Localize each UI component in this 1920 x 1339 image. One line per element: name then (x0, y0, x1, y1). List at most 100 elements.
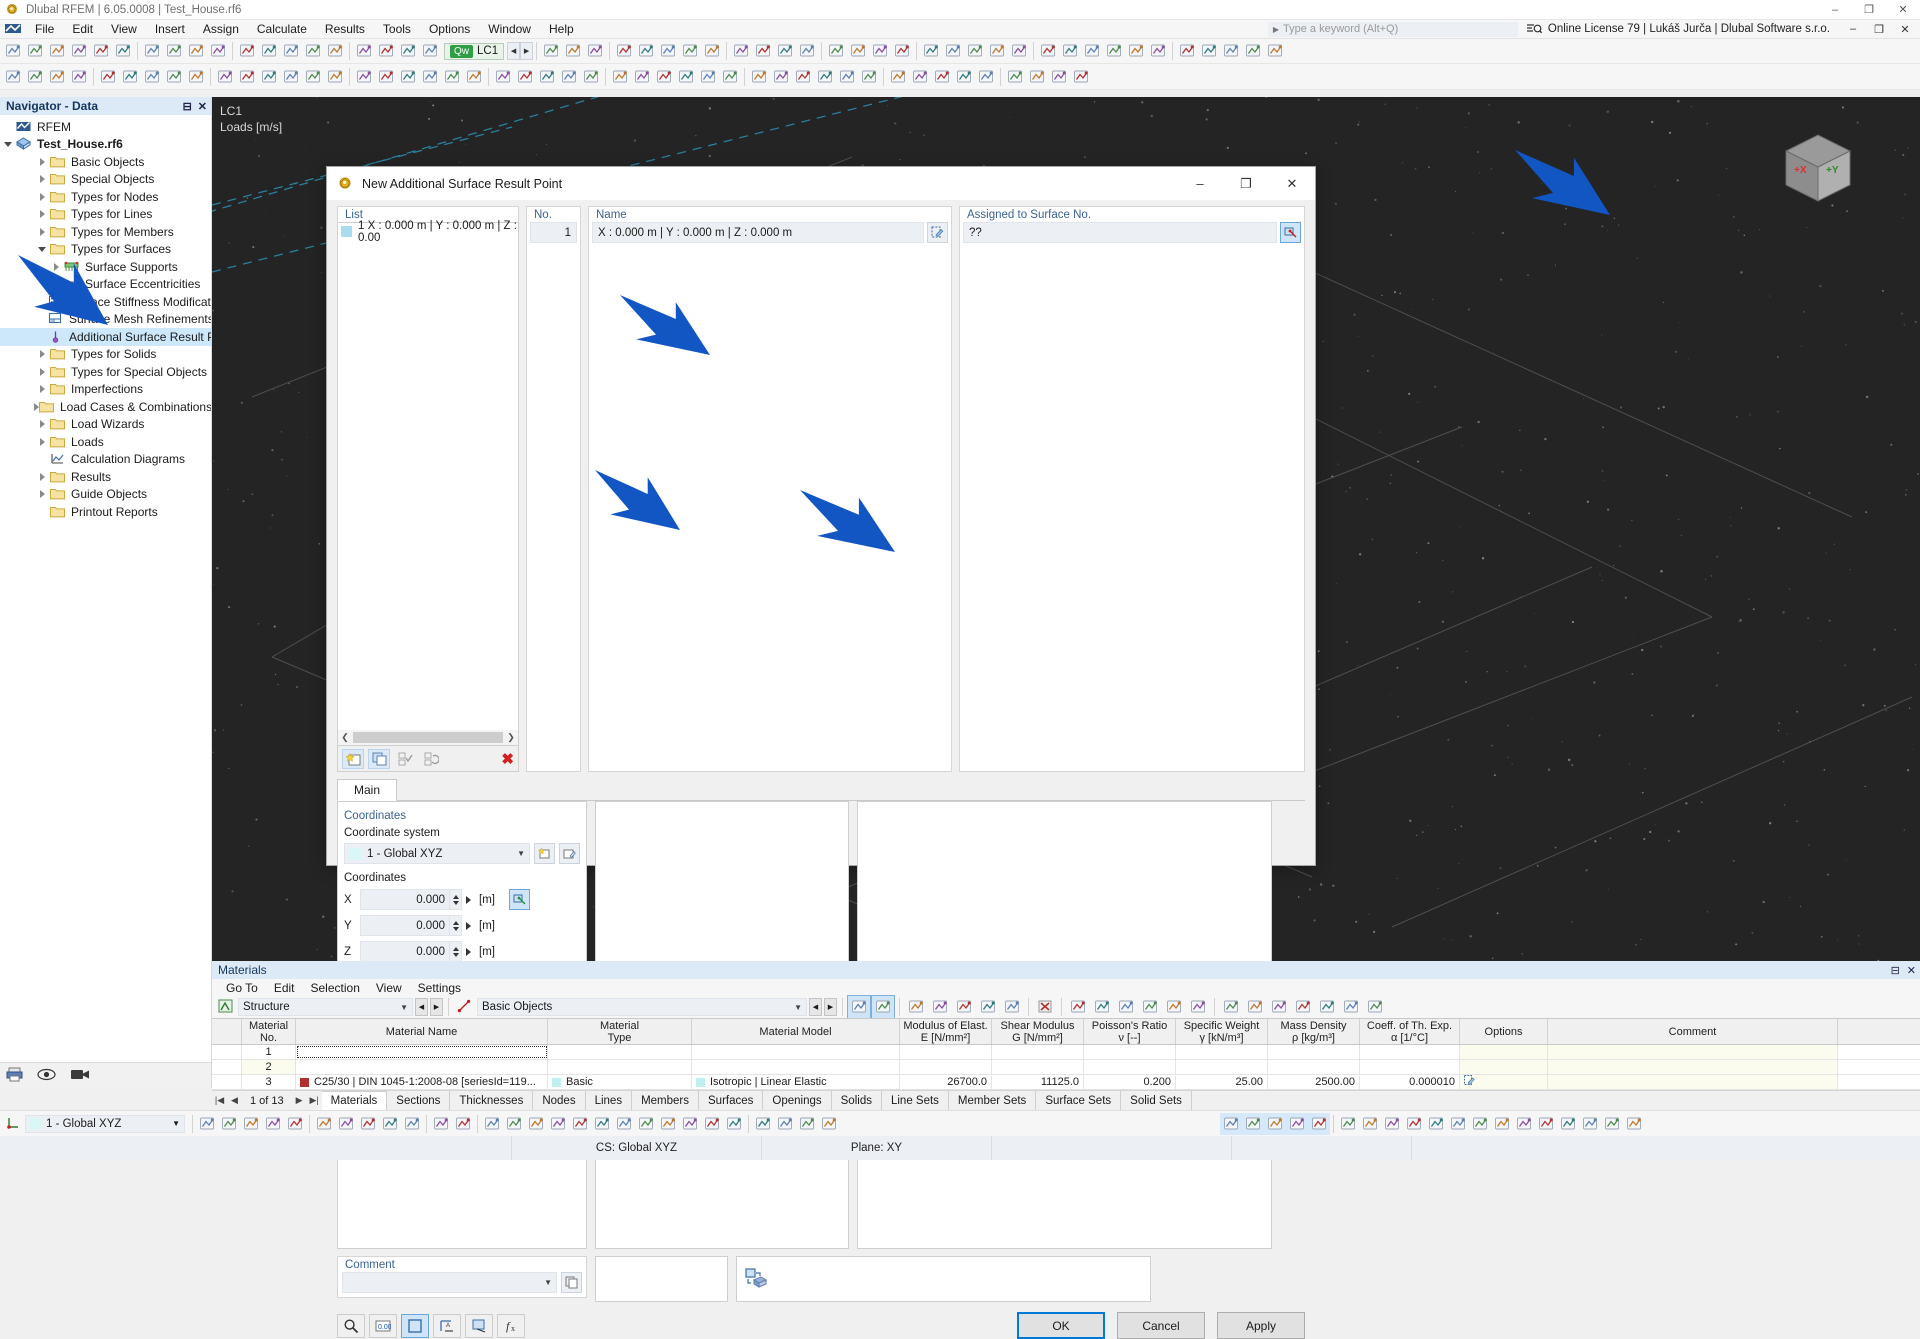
coordinate-x-stepper[interactable] (450, 889, 462, 910)
bottom-tool-b-3[interactable] (379, 1113, 401, 1135)
sidebar-item-loads[interactable]: Loads (0, 433, 211, 451)
no-input[interactable]: 1 (530, 222, 577, 243)
grid-column-header[interactable]: Modulus of Elast. E [N/mm²] (900, 1019, 992, 1044)
bottom-tool-d-7[interactable] (635, 1113, 657, 1135)
toolbar-button-17[interactable] (397, 66, 419, 88)
grid-next-page-button[interactable]: ▶ (292, 1095, 307, 1106)
name-input[interactable]: X : 0.000 m | Y : 0.000 m | Z : 0.000 m (592, 222, 924, 243)
toolbar-button-28[interactable] (653, 66, 675, 88)
pick-point-icon[interactable] (508, 889, 530, 910)
bottom-tool-d-9[interactable] (679, 1113, 701, 1135)
bottom-tool-d-11[interactable] (723, 1113, 745, 1135)
toolbar-button-3[interactable] (68, 66, 90, 88)
grid-cell[interactable] (1460, 1045, 1548, 1059)
grid-tab-surfaces[interactable]: Surfaces (699, 1090, 764, 1111)
license-search-icon[interactable] (1526, 22, 1542, 36)
sidebar-item-special-objects[interactable]: Special Objects (0, 171, 211, 189)
comment-copy-icon[interactable] (561, 1272, 582, 1293)
coordinate-z-expand-icon[interactable] (462, 941, 474, 962)
bottom-tool-e-1[interactable] (774, 1113, 796, 1135)
grid-cell[interactable]: C25/30 | DIN 1045-1:2008-08 [seriesId=11… (296, 1075, 548, 1089)
toolbar-button-32[interactable] (748, 66, 770, 88)
bottom-tool-b-1[interactable] (335, 1113, 357, 1135)
bottom-tool-a-1[interactable] (218, 1113, 240, 1135)
bottom-tool-e-2[interactable] (796, 1113, 818, 1135)
toolbar-button-10[interactable] (236, 40, 258, 62)
grid-tab-surface-sets[interactable]: Surface Sets (1036, 1090, 1122, 1111)
coordinate-y-expand-icon[interactable] (462, 915, 474, 936)
grid-column-header[interactable]: Mass Density ρ [kg/m³] (1268, 1019, 1360, 1044)
table-pin-button[interactable]: ⊟ (1891, 964, 1900, 977)
expander-icon[interactable] (34, 368, 50, 376)
table-menu-goto[interactable]: Go To (218, 981, 266, 995)
sidebar-item-surface-supports[interactable]: Surface Supports (0, 258, 211, 276)
table-tool-b-3[interactable] (1139, 996, 1161, 1018)
table-menu-edit[interactable]: Edit (266, 981, 303, 995)
toolbar-button-8[interactable] (185, 40, 207, 62)
table-menu-view[interactable]: View (368, 981, 410, 995)
cancel-button[interactable]: Cancel (1117, 1312, 1205, 1339)
chevron-down-icon[interactable]: ▼ (544, 1278, 552, 1287)
toolbar-button-34[interactable] (792, 66, 814, 88)
toolbar-button-4[interactable] (97, 66, 119, 88)
menu-file[interactable]: File (26, 20, 63, 39)
toolbar-button-28[interactable] (752, 40, 774, 62)
grid-cell[interactable] (692, 1045, 900, 1059)
toolbar-button-11[interactable] (258, 66, 280, 88)
grid-cell[interactable]: 11125.0 (992, 1075, 1084, 1089)
bottom-tool-b-0[interactable] (313, 1113, 335, 1135)
toolbar-button-40[interactable] (1037, 40, 1059, 62)
sidebar-item-types-for-nodes[interactable]: Types for Nodes (0, 188, 211, 206)
toolbar-button-29[interactable] (675, 66, 697, 88)
toolbar-button-42[interactable] (975, 66, 997, 88)
grid-cell[interactable] (1268, 1045, 1360, 1059)
grid-column-header[interactable]: Coeff. of Th. Exp. α [1/°C] (1360, 1019, 1460, 1044)
grid-cell[interactable]: 25.00 (1176, 1075, 1268, 1089)
grid-row-handle[interactable] (212, 1045, 242, 1059)
grid-cell[interactable]: 1 (242, 1045, 296, 1059)
table-tool-c-2[interactable] (1268, 996, 1290, 1018)
bottom-tool-d-5[interactable] (591, 1113, 613, 1135)
grid-tab-openings[interactable]: Openings (763, 1090, 832, 1111)
scrollbar-thumb[interactable] (353, 732, 503, 743)
toolbar-button-25[interactable] (679, 40, 701, 62)
toolbar-button-35[interactable] (920, 40, 942, 62)
grid-cell[interactable] (1548, 1060, 1838, 1074)
grid-column-header[interactable]: Specific Weight γ [kN/m³] (1176, 1019, 1268, 1044)
expander-icon[interactable] (48, 263, 64, 271)
grid-tab-member-sets[interactable]: Member Sets (949, 1090, 1037, 1111)
bottom-tool-b-2[interactable] (357, 1113, 379, 1135)
toolbar-button-1[interactable] (24, 40, 46, 62)
bottom-tool-d-6[interactable] (613, 1113, 635, 1135)
toolbar-button-8[interactable] (185, 66, 207, 88)
bottom-tool-d-0[interactable] (481, 1113, 503, 1135)
grid-cell[interactable] (900, 1045, 992, 1059)
sidebar-item-calculation-diagrams[interactable]: Calculation Diagrams (0, 451, 211, 469)
bottom-tool-snap-9[interactable] (1535, 1113, 1557, 1135)
toolbar-button-38[interactable] (887, 66, 909, 88)
expander-icon[interactable] (34, 350, 50, 358)
toggle-check-button[interactable] (420, 749, 442, 769)
dialog-minimize-button[interactable]: – (1177, 167, 1223, 200)
toolbar-button-22[interactable] (514, 66, 536, 88)
bottom-tool-d-2[interactable] (525, 1113, 547, 1135)
materials-grid[interactable]: Material No. Material Name Material Type Mate… (212, 1018, 1920, 1090)
toolbar-button-13[interactable] (302, 66, 324, 88)
toolbar-button-50[interactable] (1264, 40, 1286, 62)
toolbar-button-6[interactable] (141, 66, 163, 88)
bottom-tool-snap-0[interactable] (1337, 1113, 1359, 1135)
bottom-tool-snap-6[interactable] (1469, 1113, 1491, 1135)
assigned-input[interactable]: ?? (963, 222, 1277, 243)
grid-prev-page-button[interactable]: ◀ (227, 1095, 242, 1106)
table-delete-tool[interactable] (1034, 996, 1056, 1018)
table-tool-0[interactable] (905, 996, 927, 1018)
table-tool-c-6[interactable] (1364, 996, 1386, 1018)
toolbar-button-48[interactable] (1220, 40, 1242, 62)
pick-surface-icon[interactable] (1280, 222, 1301, 243)
toolbar-button-47[interactable] (1198, 40, 1220, 62)
bottom-tool-snap-3[interactable] (1403, 1113, 1425, 1135)
bottom-tool-d-3[interactable] (547, 1113, 569, 1135)
toolbar-button-34[interactable] (891, 40, 913, 62)
grid-cell[interactable]: 0.000010 (1360, 1075, 1460, 1089)
toolbar-button-16[interactable] (375, 66, 397, 88)
